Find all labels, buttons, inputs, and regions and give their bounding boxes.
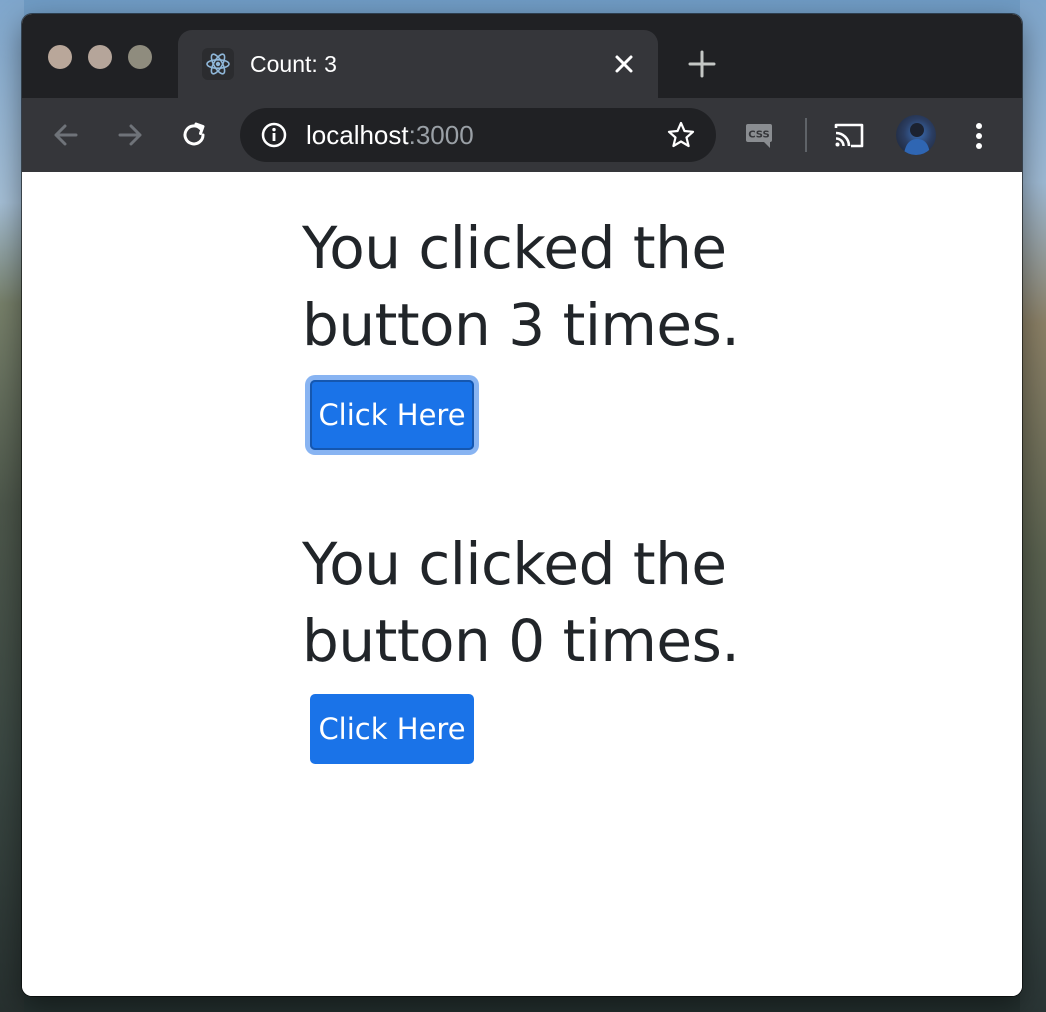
tab-title: Count: 3 (250, 51, 337, 77)
minimize-window-button[interactable] (88, 45, 112, 69)
counter-2: You clicked the button 0 times. Click He… (302, 526, 782, 764)
css-extension-badge: CSS (748, 130, 769, 141)
browser-window: Count: 3 localhost:3000 CSS You clicked … (22, 14, 1022, 996)
profile-picture (904, 123, 930, 155)
close-tab-icon[interactable] (608, 48, 640, 80)
close-window-button[interactable] (48, 45, 72, 69)
maximize-window-button[interactable] (128, 45, 152, 69)
reload-icon[interactable] (176, 117, 212, 153)
react-icon (202, 48, 234, 80)
browser-toolbar: localhost:3000 CSS (22, 98, 1022, 172)
address-bar[interactable]: localhost:3000 (240, 108, 716, 162)
tab-active[interactable]: Count: 3 (178, 30, 658, 98)
forward-icon[interactable] (112, 117, 148, 153)
counter-1: You clicked the button 3 times. Click He… (302, 210, 782, 450)
bookmark-star-icon[interactable] (666, 120, 696, 150)
toolbar-separator (805, 118, 807, 152)
url-port: :3000 (408, 120, 474, 150)
counter-1-click-button[interactable]: Click Here (310, 380, 474, 450)
desktop-background-left (0, 0, 24, 1012)
back-icon[interactable] (48, 117, 84, 153)
info-icon[interactable] (260, 121, 288, 149)
url-text: localhost:3000 (306, 120, 474, 151)
cast-icon[interactable] (832, 119, 866, 151)
counter-2-heading: You clicked the button 0 times. (302, 530, 740, 675)
tab-strip: Count: 3 (22, 14, 1022, 98)
counter-2-click-button[interactable]: Click Here (310, 694, 474, 764)
url-host: localhost (306, 120, 409, 150)
page-content: You clicked the button 3 times. Click He… (22, 172, 1022, 996)
more-menu-icon[interactable] (967, 118, 991, 154)
desktop-background-right (1020, 0, 1046, 1012)
avatar[interactable] (896, 115, 936, 155)
new-tab-icon[interactable] (686, 48, 718, 80)
css-extension-icon[interactable]: CSS (744, 121, 776, 151)
counter-1-heading: You clicked the button 3 times. (302, 214, 740, 359)
